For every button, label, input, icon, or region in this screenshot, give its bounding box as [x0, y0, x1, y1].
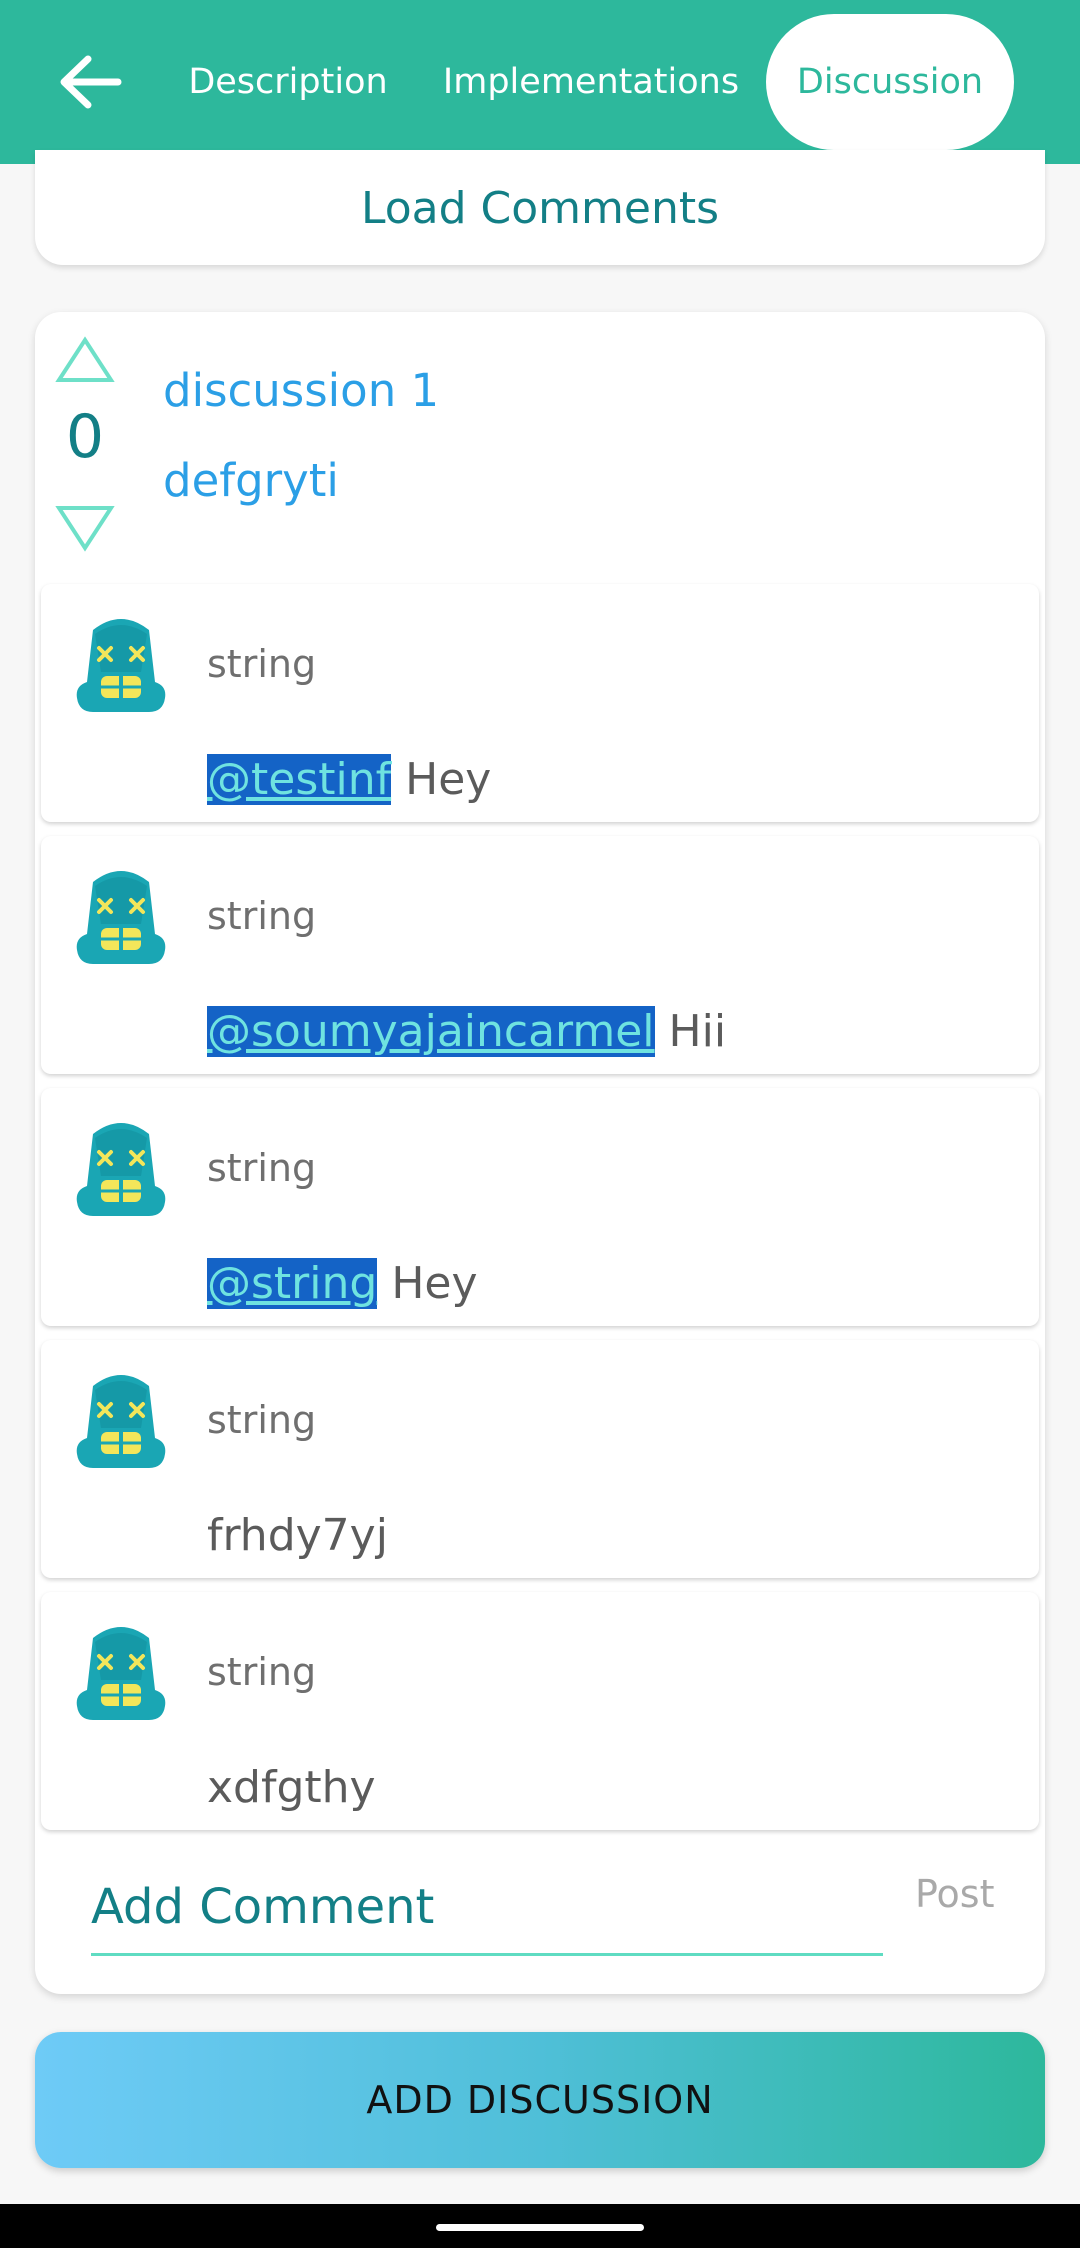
load-comments-button[interactable]: Load Comments: [35, 178, 1045, 240]
post-button[interactable]: Post: [915, 1872, 995, 1916]
comment-item: string @string Hey: [41, 1088, 1039, 1326]
comment-author: string: [207, 1398, 317, 1442]
arrow-left-icon: [60, 55, 122, 109]
comment-message: Hii: [668, 1006, 727, 1057]
comment-item: string @testinf Hey: [41, 584, 1039, 822]
downvote-icon[interactable]: [55, 502, 115, 552]
tab-implementations[interactable]: Implementations: [438, 14, 744, 150]
comment-author: string: [207, 642, 317, 686]
home-gesture-handle[interactable]: [436, 2224, 644, 2231]
avatar-icon: [76, 1375, 166, 1468]
discussion-card: 0 discussion 1 defgryti string @testinf …: [35, 312, 1045, 1994]
add-discussion-button[interactable]: ADD DISCUSSION: [35, 2032, 1045, 2168]
avatar-icon: [76, 1627, 166, 1720]
comment-text: @testinf Hey: [207, 754, 491, 805]
tab-description[interactable]: Description: [170, 14, 406, 150]
system-nav-bar: [0, 2204, 1080, 2248]
comment-author: string: [207, 1146, 317, 1190]
comment-author: string: [207, 894, 317, 938]
comment-message: Hey: [405, 754, 492, 805]
upvote-icon[interactable]: [55, 336, 115, 386]
comment-text: frhdy7yj: [207, 1510, 388, 1561]
mention-link[interactable]: @string: [207, 1258, 378, 1309]
comment-item: string @soumyajaincarmel Hii: [41, 836, 1039, 1074]
comment-item: string frhdy7yj: [41, 1340, 1039, 1578]
discussion-body: defgryti: [163, 454, 339, 507]
comment-item: string xdfgthy: [41, 1592, 1039, 1830]
back-button[interactable]: [52, 48, 128, 116]
comment-text: @soumyajaincarmel Hii: [207, 1006, 726, 1057]
comment-message: Hey: [391, 1258, 478, 1309]
mention-link[interactable]: @testinf: [207, 754, 392, 805]
mention-link[interactable]: @soumyajaincarmel: [207, 1006, 655, 1057]
discussion-title: discussion 1: [163, 364, 440, 417]
tab-discussion[interactable]: Discussion: [766, 14, 1014, 150]
comment-author: string: [207, 1650, 317, 1694]
avatar-icon: [76, 1123, 166, 1216]
load-comments-card: Load Comments: [35, 150, 1045, 265]
avatar-icon: [76, 871, 166, 964]
add-comment-input[interactable]: [91, 1864, 883, 1950]
avatar-icon: [76, 619, 166, 712]
comment-text: xdfgthy: [207, 1762, 376, 1813]
top-app-bar: Description Implementations Discussion: [0, 0, 1080, 164]
vote-count: 0: [65, 402, 105, 472]
add-comment-field-wrap: [91, 1864, 883, 1956]
comment-text: @string Hey: [207, 1258, 478, 1309]
